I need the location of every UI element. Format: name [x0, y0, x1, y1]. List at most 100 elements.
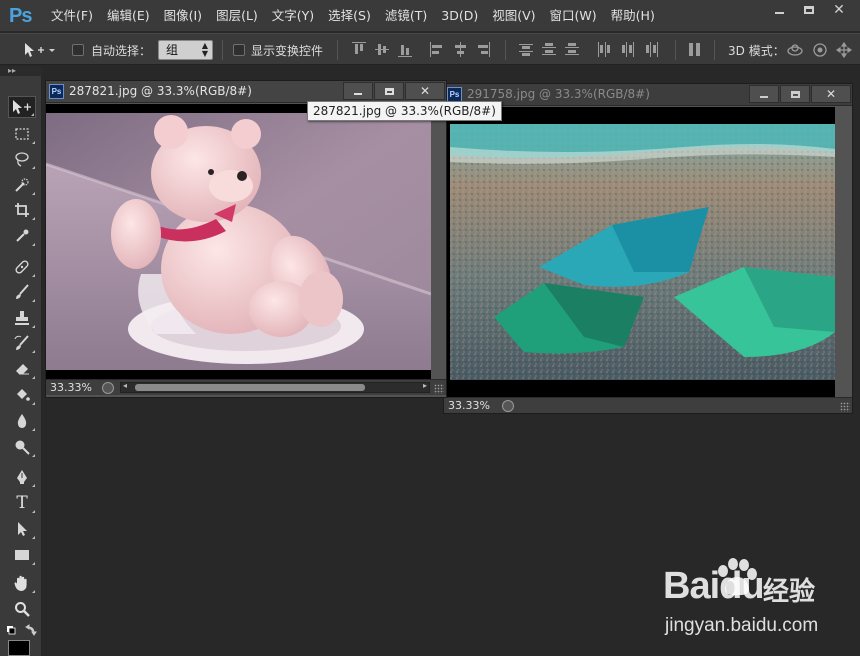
horizontal-scrollbar[interactable]: ◂ ▸ [120, 381, 430, 393]
align-left-icon[interactable] [430, 42, 444, 58]
document-titlebar[interactable]: Ps 287821.jpg @ 33.3%(RGB/8#) ✕ [46, 81, 446, 103]
zoom-level[interactable]: 33.33% [448, 399, 490, 412]
zoom-level[interactable]: 33.33% [50, 381, 92, 394]
tools-collapse-handle[interactable]: ▸▸ [0, 66, 42, 76]
menu-type[interactable]: 文字(Y) [265, 0, 321, 32]
hand-tool[interactable] [8, 572, 36, 594]
crop-tool[interactable] [8, 199, 36, 221]
close-icon: ✕ [833, 2, 845, 18]
auto-select-checkbox[interactable] [72, 44, 84, 56]
menu-help[interactable]: 帮助(H) [604, 0, 662, 32]
minimize-button[interactable] [764, 0, 794, 20]
rectangle-tool[interactable] [8, 544, 36, 566]
pen-tool[interactable] [8, 466, 36, 488]
path-selection-tool[interactable] [8, 518, 36, 540]
foreground-color-swatch[interactable] [8, 640, 30, 656]
distribute-top-icon[interactable] [519, 42, 533, 58]
maximize-icon [790, 90, 800, 98]
resize-grip[interactable] [840, 402, 850, 412]
menu-3d[interactable]: 3D(D) [434, 0, 485, 32]
align-bottom-icon[interactable] [398, 42, 412, 58]
document-tooltip: 287821.jpg @ 33.3%(RGB/8#) [307, 101, 502, 121]
menu-file[interactable]: 文件(F) [44, 0, 100, 32]
show-transform-checkbox[interactable] [233, 44, 245, 56]
quick-select-tool[interactable] [8, 174, 36, 196]
scrollbar-thumb[interactable] [135, 384, 365, 391]
dodge-tool[interactable] [8, 436, 36, 458]
menu-image[interactable]: 图像(I) [157, 0, 209, 32]
document-titlebar[interactable]: Ps 291758.jpg @ 33.3%(RGB/8#) ✕ [444, 84, 852, 106]
separator [714, 40, 715, 60]
distribute-right-icon[interactable] [645, 42, 659, 58]
brush-tool[interactable] [8, 281, 36, 303]
document-title: 291758.jpg @ 33.3%(RGB/8#) [467, 87, 650, 101]
3d-roll-icon[interactable] [813, 43, 827, 57]
3d-pan-icon[interactable] [835, 42, 853, 58]
type-tool[interactable]: T [8, 492, 36, 514]
move-tool[interactable] [8, 96, 36, 118]
doc-minimize-button[interactable] [749, 85, 779, 103]
close-button[interactable]: ✕ [824, 0, 854, 20]
move-tool-icon [25, 43, 55, 57]
blur-tool[interactable] [8, 410, 36, 432]
history-brush-tool[interactable] [8, 332, 36, 354]
align-hcenter-icon[interactable] [453, 42, 467, 58]
distribute-bottom-icon[interactable] [565, 42, 579, 58]
clone-stamp-tool[interactable] [8, 307, 36, 329]
doc-close-button[interactable]: ✕ [811, 85, 851, 103]
healing-icon [15, 260, 29, 274]
maximize-icon [384, 87, 394, 95]
auto-align-icon[interactable] [688, 42, 702, 58]
doc-maximize-button[interactable] [374, 82, 404, 100]
stamp-icon [15, 311, 29, 325]
mode-3d-label: 3D 模式： [728, 44, 785, 58]
status-info-icon[interactable] [502, 400, 514, 412]
zoom-tool[interactable] [8, 598, 36, 620]
vertical-scroll-area[interactable] [835, 107, 852, 397]
quick-select-icon [15, 178, 29, 192]
zoom-icon [15, 602, 30, 617]
auto-select-label: 自动选择： [91, 44, 152, 58]
distribute-vcenter-icon[interactable] [542, 42, 556, 58]
3d-mode-icons[interactable] [786, 42, 856, 58]
align-vcenter-icon[interactable] [375, 42, 389, 58]
menu-view[interactable]: 视图(V) [485, 0, 542, 32]
doc-close-button[interactable]: ✕ [405, 82, 445, 100]
document-canvas[interactable] [444, 107, 835, 397]
menu-edit[interactable]: 编辑(E) [100, 0, 157, 32]
eraser-tool[interactable] [8, 358, 36, 380]
teddy-bear-photo [46, 104, 431, 379]
window-controls: ✕ [764, 0, 854, 20]
swap-colors-icon[interactable] [6, 624, 38, 638]
menu-filter[interactable]: 滤镜(T) [378, 0, 434, 32]
distribute-hcenter-icon[interactable] [621, 42, 635, 58]
document-title: 287821.jpg @ 33.3%(RGB/8#) [69, 84, 252, 98]
scroll-right-arrow-icon[interactable]: ▸ [423, 381, 427, 390]
doc-maximize-button[interactable] [780, 85, 810, 103]
eyedropper-tool[interactable] [8, 225, 36, 247]
status-info-icon[interactable] [102, 382, 114, 394]
menu-window[interactable]: 窗口(W) [543, 0, 604, 32]
healing-brush-tool[interactable] [8, 256, 36, 278]
menu-layer[interactable]: 图层(L) [209, 0, 265, 32]
auto-select-dropdown[interactable]: 组 ▲ ▼ [158, 40, 213, 60]
paper-boats-photo [444, 107, 835, 397]
resize-grip[interactable] [434, 384, 444, 394]
marquee-tool[interactable] [8, 123, 36, 145]
align-right-icon[interactable] [476, 42, 490, 58]
scroll-left-arrow-icon[interactable]: ◂ [123, 381, 127, 390]
document-window-2[interactable]: Ps 291758.jpg @ 33.3%(RGB/8#) ✕ 33.33% [443, 83, 853, 414]
menu-select[interactable]: 选择(S) [321, 0, 378, 32]
paint-bucket-tool[interactable] [8, 384, 36, 406]
vertical-scroll-area[interactable] [431, 104, 446, 379]
document-window-1[interactable]: Ps 287821.jpg @ 33.3%(RGB/8#) ✕ 33.33% ◂… [45, 80, 447, 398]
lasso-tool[interactable] [8, 148, 36, 170]
3d-rotate-icon[interactable] [787, 44, 803, 56]
doc-minimize-button[interactable] [343, 82, 373, 100]
maximize-button[interactable] [794, 0, 824, 20]
align-top-icon[interactable] [352, 42, 366, 58]
lasso-icon [15, 152, 29, 167]
tool-preset-picker[interactable] [22, 41, 56, 59]
document-canvas[interactable] [46, 104, 431, 379]
distribute-left-icon[interactable] [597, 42, 611, 58]
